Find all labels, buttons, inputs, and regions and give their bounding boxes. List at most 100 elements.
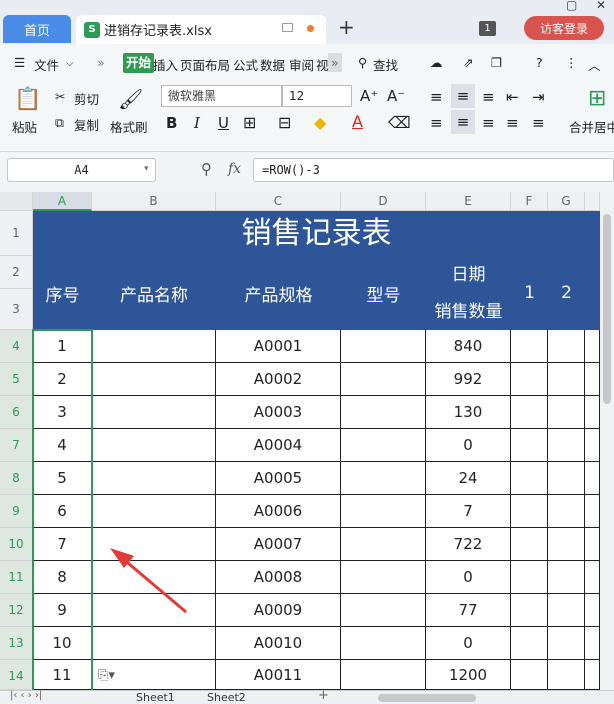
- indent-increase-icon[interactable]: ⇥: [532, 88, 545, 106]
- cell-seq[interactable]: 3: [33, 396, 92, 429]
- row-header-8[interactable]: 8: [0, 462, 33, 495]
- align-middle-icon[interactable]: ≡: [451, 84, 475, 108]
- search-icon[interactable]: ⚲: [358, 55, 367, 70]
- header-qty[interactable]: 销售数量: [426, 289, 511, 330]
- cell-h[interactable]: [585, 495, 600, 528]
- restore-icon[interactable]: ▢: [566, 0, 577, 12]
- cell-qty[interactable]: 992: [426, 363, 511, 396]
- cell-seq[interactable]: 5: [33, 462, 92, 495]
- cell-h[interactable]: [585, 330, 600, 363]
- cell-day-2[interactable]: [548, 594, 585, 627]
- cell-day-1[interactable]: [511, 561, 548, 594]
- row-header-1[interactable]: 1: [0, 211, 33, 256]
- share-icon[interactable]: ⇗: [463, 55, 473, 70]
- clipboard-icon[interactable]: 📋: [14, 87, 41, 112]
- cell-day-1[interactable]: [511, 594, 548, 627]
- cell-day-2[interactable]: [548, 330, 585, 363]
- cell-product-name[interactable]: [92, 330, 216, 363]
- decrease-font-icon[interactable]: A⁻: [387, 87, 405, 105]
- cell-qty[interactable]: 7: [426, 495, 511, 528]
- row-header-5[interactable]: 5: [0, 363, 33, 396]
- cell-qty[interactable]: 24: [426, 462, 511, 495]
- menu-page-layout[interactable]: 页面布局: [180, 55, 230, 74]
- cell-seq[interactable]: 9: [33, 594, 92, 627]
- copy-button[interactable]: 复制: [74, 115, 99, 134]
- window-icon[interactable]: ❐: [491, 55, 502, 70]
- cell-day-1[interactable]: [511, 396, 548, 429]
- sheet-nav-arrows-icon[interactable]: |‹ ‹ › ›|: [10, 690, 42, 701]
- header-model[interactable]: 型号: [341, 256, 426, 330]
- cell-model[interactable]: [341, 660, 426, 690]
- menu-file[interactable]: 文件: [34, 55, 59, 74]
- sheet-tab-1[interactable]: Sheet1: [136, 691, 175, 704]
- header-day-2[interactable]: 2: [548, 256, 585, 330]
- menu-formula[interactable]: 公式: [233, 55, 258, 74]
- cell-day-2[interactable]: [548, 660, 585, 690]
- menu-search[interactable]: 查找: [373, 55, 398, 74]
- header-product-name[interactable]: 产品名称: [92, 256, 216, 330]
- cell-day-1[interactable]: [511, 330, 548, 363]
- indent-decrease-icon[interactable]: ⇤: [506, 88, 519, 106]
- merge-center-button[interactable]: 合并居中: [569, 117, 614, 136]
- formula-input[interactable]: =ROW()-3: [253, 158, 614, 182]
- cell-day-1[interactable]: [511, 363, 548, 396]
- bold-button[interactable]: B: [166, 114, 177, 132]
- cell-spec[interactable]: A0007: [216, 528, 341, 561]
- header-seq[interactable]: 序号: [33, 256, 92, 330]
- cell-qty[interactable]: 840: [426, 330, 511, 363]
- scissors-icon[interactable]: ✂: [55, 89, 65, 104]
- borders-icon[interactable]: ⊞: [243, 113, 256, 132]
- cell-spec[interactable]: A0004: [216, 429, 341, 462]
- brush-icon[interactable]: 🖌: [118, 87, 143, 111]
- cell-model[interactable]: [341, 627, 426, 660]
- row-header-3[interactable]: 3: [0, 289, 33, 330]
- cell-product-name[interactable]: [92, 594, 216, 627]
- cell-day-2[interactable]: [548, 396, 585, 429]
- cell-spec[interactable]: A0002: [216, 363, 341, 396]
- cell-qty[interactable]: 0: [426, 429, 511, 462]
- increase-font-icon[interactable]: A⁺: [360, 87, 378, 105]
- menu-view[interactable]: 视: [316, 55, 329, 74]
- cell-seq[interactable]: 6: [33, 495, 92, 528]
- col-header-a[interactable]: A: [33, 192, 92, 211]
- cell-h[interactable]: [585, 594, 600, 627]
- eraser-icon[interactable]: ⌫: [388, 113, 411, 132]
- chevron-down-icon[interactable]: ⌵: [66, 58, 74, 69]
- cell-qty[interactable]: 0: [426, 627, 511, 660]
- cell-qty[interactable]: 0: [426, 561, 511, 594]
- cell-day-1[interactable]: [511, 528, 548, 561]
- cell-qty[interactable]: 77: [426, 594, 511, 627]
- cell-seq[interactable]: 11: [33, 660, 92, 690]
- cell-spec[interactable]: A0003: [216, 396, 341, 429]
- cell-product-name[interactable]: [92, 528, 216, 561]
- row-header-12[interactable]: 12: [0, 594, 33, 627]
- cut-button[interactable]: 剪切: [74, 89, 99, 108]
- vertical-scrollbar[interactable]: [600, 192, 614, 690]
- cell-model[interactable]: [341, 396, 426, 429]
- cell-spec[interactable]: A0009: [216, 594, 341, 627]
- merge-icon[interactable]: ⊞: [588, 86, 606, 111]
- underline-button[interactable]: U: [218, 114, 229, 132]
- cell-spec[interactable]: A0008: [216, 561, 341, 594]
- cell-seq[interactable]: 8: [33, 561, 92, 594]
- cell-style-icon[interactable]: ⊟: [278, 113, 291, 132]
- tab-file[interactable]: S 进销存记录表.xlsx: [76, 15, 326, 44]
- col-header-c[interactable]: C: [216, 192, 341, 211]
- cell-seq[interactable]: 7: [33, 528, 92, 561]
- align-right-icon[interactable]: ≡: [482, 114, 495, 132]
- help-button[interactable]: ?: [536, 55, 543, 70]
- cell-h[interactable]: [585, 561, 600, 594]
- cell-day-1[interactable]: [511, 429, 548, 462]
- fill-color-icon[interactable]: ◆: [314, 113, 326, 132]
- col-header-e[interactable]: E: [426, 192, 511, 211]
- menu-insert[interactable]: 插入: [153, 55, 178, 74]
- cell-spec[interactable]: A0010: [216, 627, 341, 660]
- cell-spec[interactable]: A0006: [216, 495, 341, 528]
- horizontal-scroll-thumb[interactable]: [378, 694, 476, 702]
- menu-data[interactable]: 数据: [260, 55, 285, 74]
- cell-model[interactable]: [341, 528, 426, 561]
- col-header-b[interactable]: B: [92, 192, 216, 211]
- font-name-select[interactable]: 微软雅黑: [161, 85, 282, 107]
- tab-home[interactable]: 首页: [3, 15, 71, 43]
- fx-label[interactable]: fx: [228, 161, 241, 177]
